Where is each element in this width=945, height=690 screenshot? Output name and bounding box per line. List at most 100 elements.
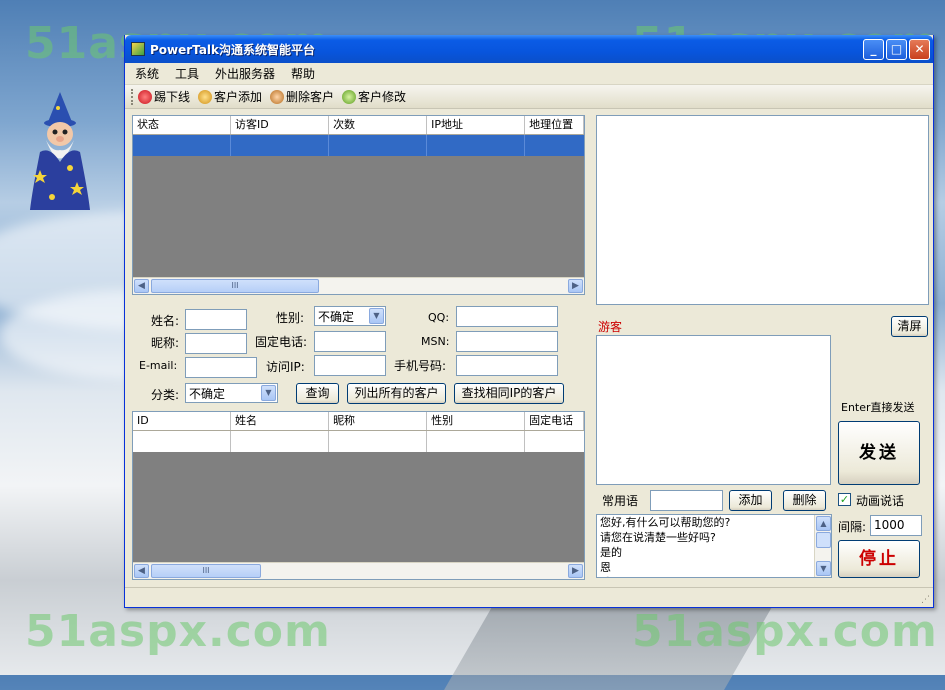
watermark-bottom-left: 51aspx.com — [25, 606, 331, 657]
close-button[interactable]: ✕ — [909, 39, 930, 60]
email-field[interactable] — [185, 357, 257, 378]
phrases-vscroll[interactable]: ▲ ▼ — [814, 515, 831, 577]
add-customer-label: 客户添加 — [214, 90, 263, 104]
toolbar: 踢下线 客户添加 删除客户 客户修改 — [125, 85, 933, 109]
col-visitor-id[interactable]: 访客ID — [231, 116, 330, 134]
list-item[interactable]: 恩 — [597, 560, 831, 575]
col-id[interactable]: ID — [133, 412, 232, 430]
menu-bar: 系统 工具 外出服务器 帮助 — [125, 63, 933, 85]
col-nickname[interactable]: 昵称 — [329, 412, 428, 430]
toolbar-grip[interactable] — [131, 88, 134, 105]
scroll-thumb[interactable]: III — [151, 279, 319, 293]
col-name[interactable]: 姓名 — [231, 412, 330, 430]
visitor-grid[interactable]: 状态 访客ID 次数 IP地址 地理位置 ◀ III ▶ — [132, 115, 585, 295]
delete-customer-label: 删除客户 — [286, 90, 335, 104]
chat-history-box[interactable] — [596, 115, 929, 305]
table-row[interactable] — [133, 135, 584, 156]
menu-external-server[interactable]: 外出服务器 — [215, 65, 275, 82]
delete-phrase-button[interactable]: 删除 — [783, 490, 826, 511]
enter-send-hint: Enter直接发送 — [841, 401, 915, 414]
animate-checkbox[interactable]: ✓ — [838, 493, 851, 506]
mobile-field[interactable] — [456, 355, 558, 376]
col-status[interactable]: 状态 — [133, 116, 232, 134]
customer-grid-hscroll[interactable]: ◀ III ▶ — [133, 562, 584, 579]
scroll-up-icon[interactable]: ▲ — [816, 516, 831, 531]
main-window: PowerTalk沟通系统智能平台 _ □ ✕ 系统 工具 外出服务器 帮助 踢… — [124, 35, 934, 608]
col-gender[interactable]: 性别 — [427, 412, 526, 430]
visit-ip-label: 访问IP: — [266, 360, 305, 374]
category-value: 不确定 — [189, 387, 226, 401]
visitor-label: 游客 — [598, 320, 623, 334]
send-button[interactable]: 发送 — [838, 421, 920, 485]
category-select[interactable]: 不确定 ▼ — [185, 383, 278, 403]
clear-screen-button[interactable]: 清屏 — [891, 316, 928, 337]
user-delete-icon — [270, 89, 285, 104]
qq-field[interactable] — [456, 306, 558, 327]
scroll-thumb[interactable] — [816, 532, 831, 548]
list-item[interactable]: 您好,有什么可以帮助您的? — [597, 515, 831, 530]
menu-system[interactable]: 系统 — [135, 65, 159, 82]
scroll-down-icon[interactable]: ▼ — [816, 561, 831, 576]
list-all-customers-button[interactable]: 列出所有的客户 — [347, 383, 446, 404]
qq-label: QQ: — [428, 311, 450, 324]
animate-label: 动画说话 — [856, 494, 905, 508]
resize-grip-icon[interactable]: ⋰ — [921, 595, 930, 605]
list-item[interactable]: 哦 — [597, 575, 831, 577]
visitor-grid-hscroll[interactable]: ◀ III ▶ — [133, 277, 584, 294]
wizard-agent-icon[interactable] — [22, 92, 98, 214]
customer-grid-header: ID 姓名 昵称 性别 固定电话 — [133, 412, 584, 431]
list-item[interactable]: 是的 — [597, 545, 831, 560]
name-field[interactable] — [185, 309, 247, 330]
msn-field[interactable] — [456, 331, 558, 352]
gender-select[interactable]: 不确定 ▼ — [314, 306, 386, 326]
category-label: 分类: — [151, 388, 180, 402]
phrases-list[interactable]: 您好,有什么可以帮助您的? 请您在说清楚一些好吗? 是的 恩 哦 ▲ ▼ — [596, 514, 832, 578]
col-ip[interactable]: IP地址 — [427, 116, 526, 134]
scroll-left-icon[interactable]: ◀ — [134, 564, 149, 578]
mobile-label: 手机号码: — [394, 359, 447, 373]
edit-customer-button[interactable]: 客户修改 — [342, 88, 406, 105]
scroll-left-icon[interactable]: ◀ — [134, 279, 149, 293]
minimize-button[interactable]: _ — [863, 39, 884, 60]
window-title: PowerTalk沟通系统智能平台 — [150, 43, 316, 57]
maximize-button[interactable]: □ — [886, 39, 907, 60]
query-button[interactable]: 查询 — [296, 383, 339, 404]
customer-grid[interactable]: ID 姓名 昵称 性别 固定电话 ◀ III ▶ — [132, 411, 585, 580]
app-icon — [131, 42, 145, 56]
col-phone[interactable]: 固定电话 — [525, 412, 584, 430]
menu-tools[interactable]: 工具 — [175, 65, 199, 82]
col-count[interactable]: 次数 — [329, 116, 428, 134]
kick-offline-button[interactable]: 踢下线 — [138, 88, 190, 105]
col-location[interactable]: 地理位置 — [525, 116, 584, 134]
table-row[interactable] — [133, 431, 584, 452]
title-bar[interactable]: PowerTalk沟通系统智能平台 _ □ ✕ — [125, 35, 933, 63]
visitor-grid-header: 状态 访客ID 次数 IP地址 地理位置 — [133, 116, 584, 135]
message-input[interactable] — [596, 335, 831, 485]
gender-label: 性别: — [276, 311, 305, 325]
nickname-field[interactable] — [185, 333, 247, 354]
scroll-thumb[interactable]: III — [151, 564, 261, 578]
edit-customer-label: 客户修改 — [358, 90, 407, 104]
msn-label: MSN: — [421, 335, 450, 348]
phone-field[interactable] — [314, 331, 386, 352]
heart-icon — [138, 89, 152, 104]
delete-customer-button[interactable]: 删除客户 — [270, 88, 334, 105]
phrase-field[interactable] — [650, 490, 723, 511]
stop-button[interactable]: 停止 — [838, 540, 920, 578]
scroll-right-icon[interactable]: ▶ — [568, 564, 583, 578]
visit-ip-field[interactable] — [314, 355, 386, 376]
kick-offline-label: 踢下线 — [154, 90, 191, 104]
list-item[interactable]: 请您在说清楚一些好吗? — [597, 530, 831, 545]
interval-label: 间隔: — [838, 520, 867, 534]
interval-field[interactable]: 1000 — [870, 515, 922, 536]
nickname-label: 昵称: — [151, 336, 180, 350]
menu-help[interactable]: 帮助 — [291, 65, 315, 82]
add-customer-button[interactable]: 客户添加 — [198, 88, 262, 105]
scroll-right-icon[interactable]: ▶ — [568, 279, 583, 293]
watermark-bottom-right: 51aspx.com — [632, 606, 938, 657]
user-add-icon — [198, 89, 213, 104]
phrases-label: 常用语 — [602, 494, 639, 508]
add-phrase-button[interactable]: 添加 — [729, 490, 772, 511]
email-label: E-mail: — [139, 359, 178, 372]
find-same-ip-button[interactable]: 查找相同IP的客户 — [454, 383, 564, 404]
